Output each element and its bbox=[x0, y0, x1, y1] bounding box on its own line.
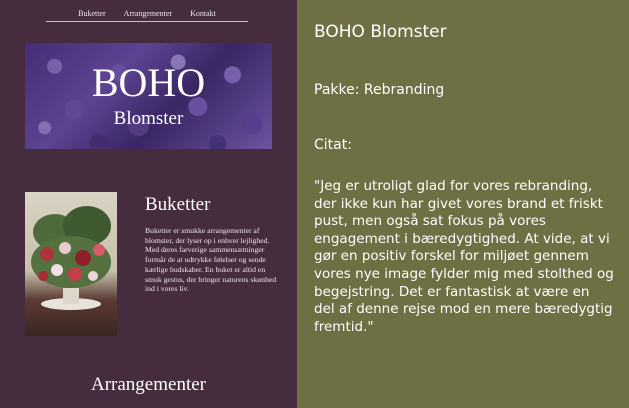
bouquets-description: Buketter er smukke arrangementer af blom… bbox=[145, 226, 277, 294]
info-panel: BOHO Blomster Pakke: Rebranding Citat: "… bbox=[297, 0, 629, 408]
quote-label: Citat: bbox=[314, 137, 352, 153]
site-nav: Buketter Arrangementer Kontakt bbox=[46, 8, 248, 22]
nav-link-arrangementer[interactable]: Arrangementer bbox=[124, 8, 172, 21]
hero-title: BOHO bbox=[91, 60, 206, 105]
panel-title: BOHO Blomster bbox=[314, 22, 447, 42]
bouquet-illustration bbox=[31, 206, 111, 310]
bouquets-title: Buketter bbox=[145, 194, 211, 215]
testimonial-quote: "Jeg er utroligt glad for vores rebrandi… bbox=[314, 178, 614, 335]
hero-subtitle: Blomster bbox=[113, 108, 184, 129]
website-preview: Buketter Arrangementer Kontakt BOHO Blom… bbox=[0, 0, 297, 408]
nav-link-kontakt[interactable]: Kontakt bbox=[190, 8, 216, 21]
hero-banner: BOHO Blomster bbox=[25, 43, 272, 149]
package-label: Pakke: Rebranding bbox=[314, 82, 445, 98]
nav-link-buketter[interactable]: Buketter bbox=[78, 8, 106, 21]
arrangements-title: Arrangementer bbox=[91, 374, 206, 395]
bouquet-image bbox=[25, 192, 117, 336]
